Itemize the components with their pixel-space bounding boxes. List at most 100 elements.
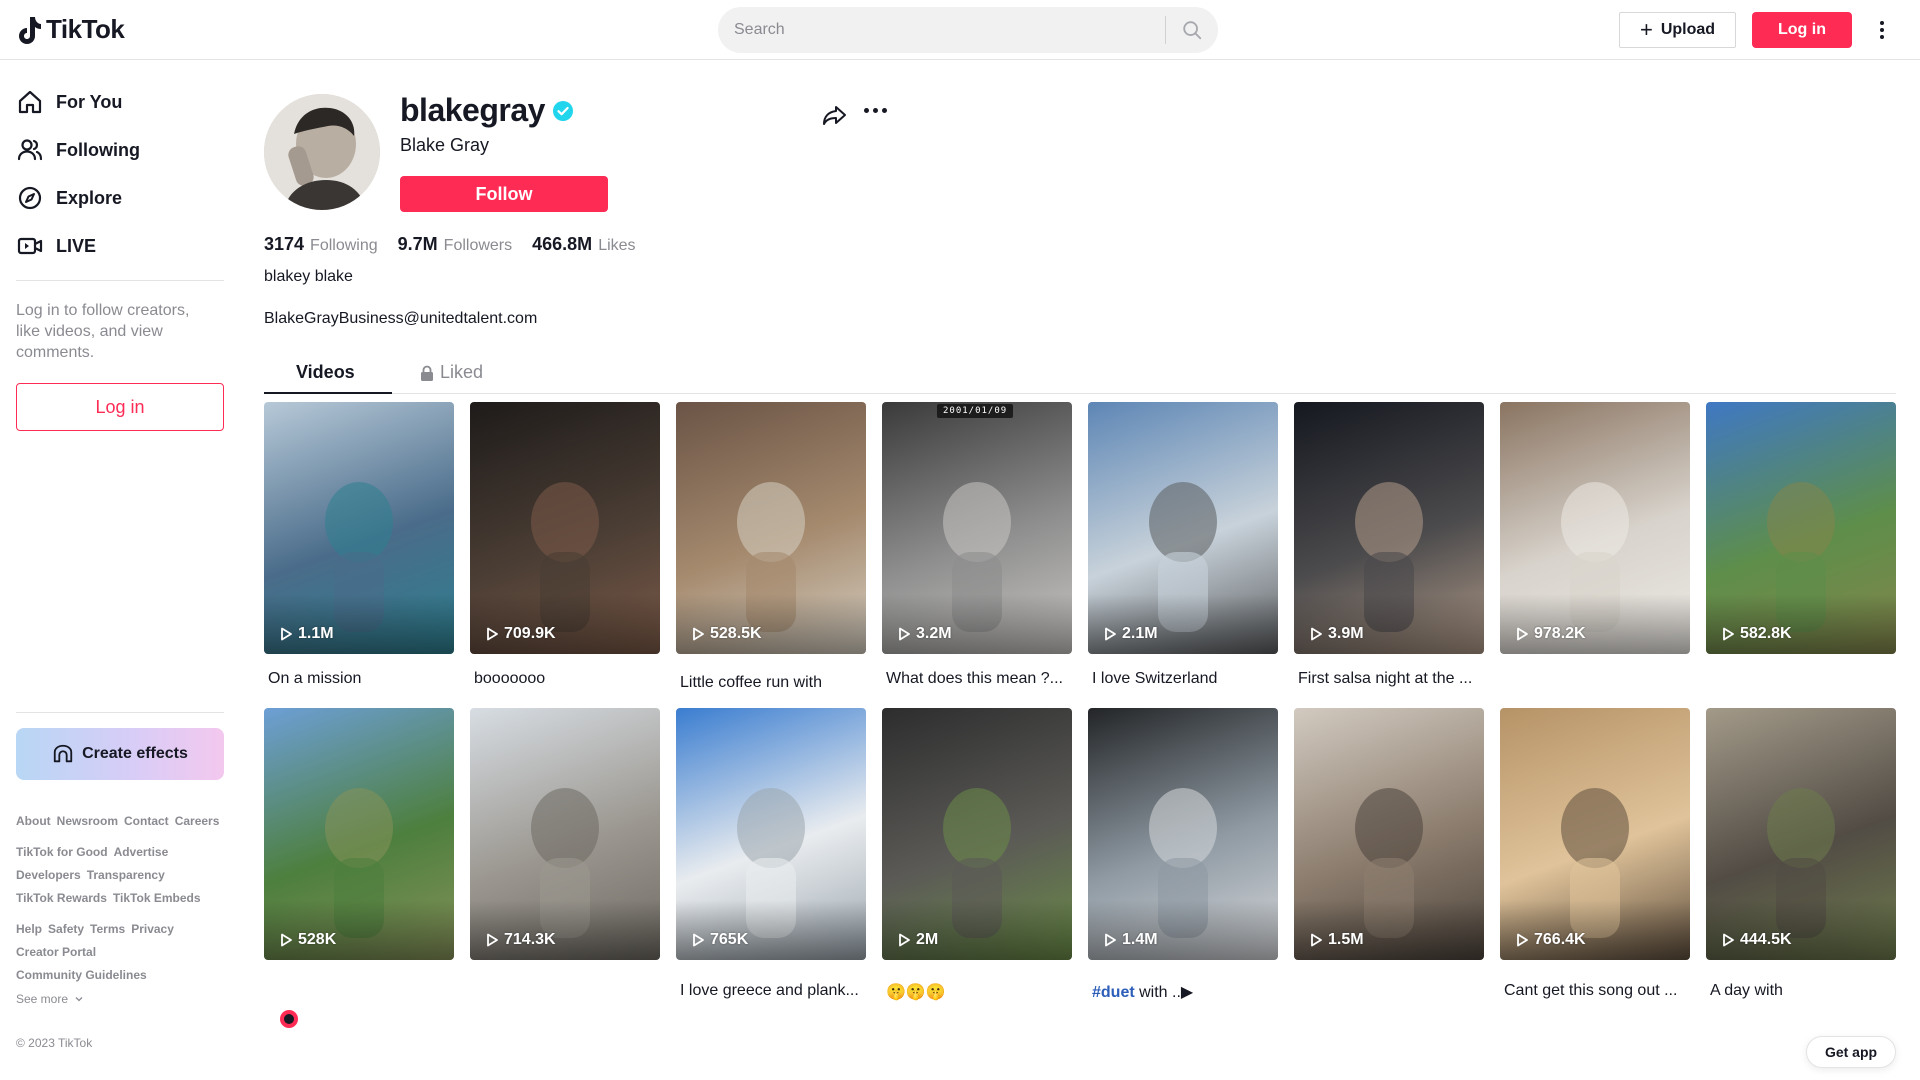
search-input[interactable] (718, 7, 1165, 53)
video-thumbnail[interactable]: 1.1M (264, 402, 454, 654)
footer-link[interactable]: TikTok for Good (16, 845, 108, 859)
video-card[interactable]: 1.4M #duet with ..▶ (1088, 708, 1278, 1008)
stat-label: Followers (443, 237, 513, 254)
video-thumbnail[interactable]: 714.3K (470, 708, 660, 960)
follow-button[interactable]: Follow (400, 176, 608, 212)
video-card[interactable]: 766.4K Cant get this song out ... (1500, 708, 1690, 1008)
video-caption[interactable]: Cant get this song out ... (1504, 982, 1690, 1000)
footer-link[interactable]: Contact (124, 814, 169, 828)
video-card[interactable]: 978.2K (1500, 402, 1690, 702)
sidebar-item-explore[interactable]: Explore (16, 180, 122, 216)
header-login-button[interactable]: Log in (1752, 12, 1852, 48)
video-caption[interactable]: I love greece and plank... (680, 982, 866, 1000)
thumbnail-shade (1500, 900, 1690, 960)
video-thumbnail[interactable]: 444.5K (1706, 708, 1896, 960)
share-icon[interactable] (820, 102, 848, 130)
stat-following[interactable]: 3174 Following (264, 234, 378, 255)
footer-link[interactable]: Safety (48, 922, 84, 936)
tab-liked[interactable]: Liked (420, 362, 483, 383)
video-thumbnail[interactable]: 709.9K (470, 402, 660, 654)
footer-links-row: TikTok for Good Advertise (16, 845, 168, 859)
video-caption[interactable]: 🤫🤫🤫 (886, 982, 1072, 1002)
video-card[interactable]: 709.9K booooooo (470, 402, 660, 702)
profile-username: blakegray (400, 92, 573, 129)
video-thumbnail[interactable]: 528.5K (676, 402, 866, 654)
footer-link[interactable]: Terms (90, 922, 125, 936)
footer-links-row: Community Guidelines (16, 968, 147, 982)
video-caption[interactable]: First salsa night at the ... (1298, 670, 1484, 688)
video-card[interactable]: 582.8K (1706, 402, 1896, 702)
video-card[interactable]: 1.5M (1294, 708, 1484, 1008)
username-text: blakegray (400, 92, 545, 128)
video-thumbnail[interactable]: 766.4K (1500, 708, 1690, 960)
video-thumbnail[interactable]: 978.2K (1500, 402, 1690, 654)
video-caption[interactable]: #duet with ..▶ (1092, 982, 1278, 1002)
video-card[interactable]: 2M 🤫🤫🤫 (882, 708, 1072, 1008)
tab-videos[interactable]: Videos (296, 362, 355, 383)
video-caption[interactable]: Little coffee run with (680, 674, 866, 692)
video-thumbnail[interactable]: 3.9M (1294, 402, 1484, 654)
video-thumbnail[interactable]: 765K (676, 708, 866, 960)
footer-link[interactable]: Careers (175, 814, 220, 828)
hashtag-link[interactable]: #duet (1092, 984, 1135, 1001)
get-app-button[interactable]: Get app (1806, 1036, 1896, 1068)
play-icon (899, 933, 910, 947)
footer-link[interactable]: Developers (16, 868, 81, 882)
sidebar-item-for-you[interactable]: For You (16, 84, 122, 120)
video-thumbnail[interactable]: 2.1M (1088, 402, 1278, 654)
video-thumbnail[interactable]: 1.4M (1088, 708, 1278, 960)
video-card[interactable]: 2.1M I love Switzerland (1088, 402, 1278, 702)
video-card[interactable]: 528.5K Little coffee run with (676, 402, 866, 702)
upload-label: Upload (1660, 21, 1716, 38)
tiktok-logo[interactable]: TikTok (16, 14, 125, 45)
view-count: 766.4K (1514, 931, 1586, 949)
sidebar-item-following[interactable]: Following (16, 132, 140, 168)
sidebar-login-button[interactable]: Log in (16, 383, 224, 431)
plus-icon: + (1639, 17, 1653, 42)
footer-link[interactable]: Community Guidelines (16, 968, 147, 982)
footer-link[interactable]: Advertise (114, 845, 169, 859)
video-caption[interactable]: A day with (1710, 982, 1896, 1000)
footer-link[interactable]: About (16, 814, 51, 828)
video-card[interactable]: 444.5K A day with (1706, 708, 1896, 1008)
video-card[interactable]: 714.3K (470, 708, 660, 1008)
video-caption[interactable]: On a mission (268, 670, 454, 688)
create-effects-button[interactable]: Create effects (16, 728, 224, 780)
footer-link[interactable]: Privacy (131, 922, 174, 936)
footer-link[interactable]: Newsroom (57, 814, 118, 828)
thumbnail-shade (470, 594, 660, 654)
footer-link[interactable]: TikTok Embeds (113, 891, 201, 905)
thumbnail-shade (1706, 900, 1896, 960)
lock-icon (421, 365, 433, 381)
profile-more-icon[interactable] (864, 108, 887, 113)
create-effects-label: Create effects (82, 745, 188, 762)
video-caption[interactable]: booooooo (474, 670, 660, 688)
video-thumbnail[interactable]: 2001/01/09 3.2M (882, 402, 1072, 654)
stat-followers[interactable]: 9.7M Followers (398, 234, 513, 255)
video-caption[interactable]: What does this mean ?... (886, 670, 1072, 688)
video-thumbnail[interactable]: 582.8K (1706, 402, 1896, 654)
logo-text: TikTok (46, 14, 125, 44)
play-icon (1311, 933, 1322, 947)
video-thumbnail[interactable]: 1.5M (1294, 708, 1484, 960)
footer-link[interactable]: TikTok Rewards (16, 891, 107, 905)
sidebar-item-live[interactable]: LIVE (16, 228, 96, 264)
upload-button[interactable]: + Upload (1619, 12, 1736, 48)
see-more-toggle[interactable]: See more (16, 992, 84, 1006)
sidebar-item-label: Following (56, 139, 140, 160)
video-card[interactable]: 528K (264, 708, 454, 1008)
video-card[interactable]: 765K I love greece and plank... (676, 708, 866, 1008)
video-card[interactable]: 3.9M First salsa night at the ... (1294, 402, 1484, 702)
video-thumbnail[interactable]: 2M (882, 708, 1072, 960)
footer-link[interactable]: Transparency (87, 868, 165, 882)
video-card[interactable]: 1.1M On a mission (264, 402, 454, 702)
sidebar-item-label: LIVE (56, 235, 97, 256)
video-thumbnail[interactable]: 528K (264, 708, 454, 960)
video-caption[interactable]: I love Switzerland (1092, 670, 1278, 688)
video-card[interactable]: 2001/01/09 3.2M What does this mean ?... (882, 402, 1072, 702)
more-options-icon[interactable] (1872, 14, 1892, 46)
footer-link[interactable]: Help (16, 922, 42, 936)
view-count-value: 2.1M (1122, 625, 1158, 642)
search-button[interactable] (1166, 7, 1218, 53)
footer-link[interactable]: Creator Portal (16, 945, 96, 959)
